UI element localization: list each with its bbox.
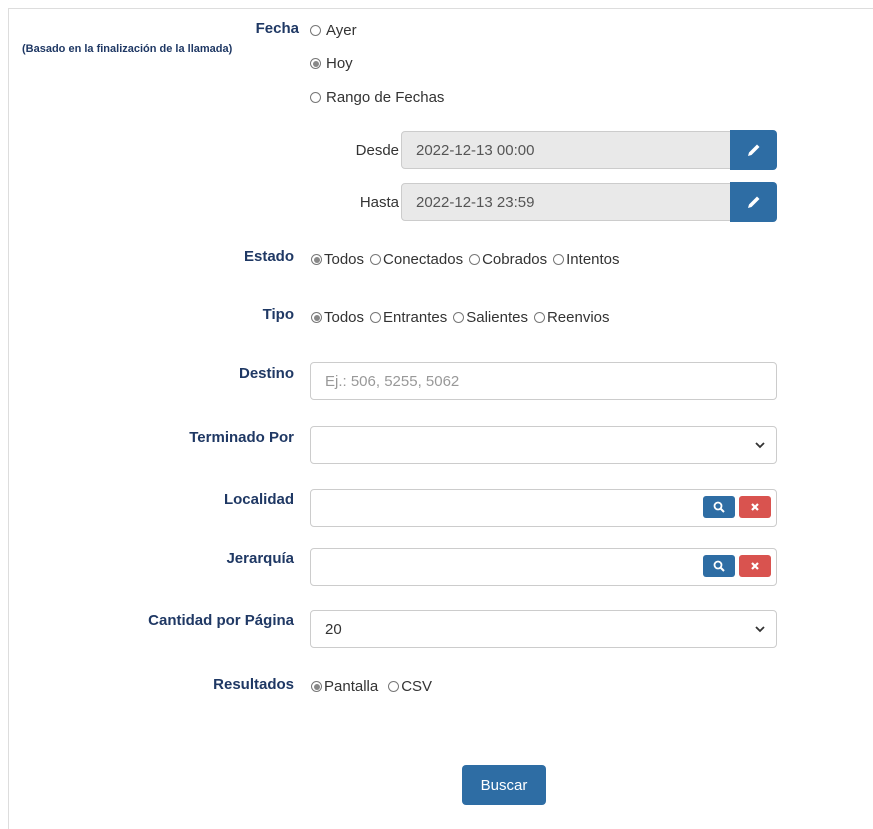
jerarquia-clear-button[interactable] bbox=[739, 555, 771, 577]
desde-edit-button[interactable] bbox=[730, 130, 777, 170]
resultados-radio-csv[interactable]: CSV bbox=[388, 678, 432, 695]
destino-input[interactable]: Ej.: 506, 5255, 5062 bbox=[310, 362, 777, 400]
pencil-icon bbox=[747, 196, 759, 208]
resultados-radio-group: Pantalla CSV bbox=[311, 678, 438, 695]
destino-label: Destino bbox=[238, 365, 294, 382]
radio-circle[interactable] bbox=[310, 92, 321, 103]
cantidad-select[interactable]: 20 bbox=[310, 610, 777, 648]
radio-circle[interactable] bbox=[310, 25, 321, 36]
fecha-sublabel: (Basado en la finalización de la llamada… bbox=[22, 43, 233, 55]
radio-circle-selected[interactable] bbox=[310, 58, 321, 69]
hasta-edit-button[interactable] bbox=[730, 182, 777, 222]
close-icon bbox=[751, 562, 759, 570]
estado-radio-conectados[interactable]: Conectados bbox=[370, 251, 463, 268]
terminado-por-label: Terminado Por bbox=[189, 429, 294, 446]
buscar-button[interactable]: Buscar bbox=[462, 765, 546, 805]
radio-circle[interactable] bbox=[370, 312, 382, 323]
radio-circle[interactable] bbox=[533, 312, 545, 323]
fecha-radio-hoy[interactable]: Hoy bbox=[310, 55, 353, 72]
tipo-radio-entrantes[interactable]: Entrantes bbox=[370, 309, 447, 326]
search-icon bbox=[713, 501, 725, 513]
resultados-radio-pantalla[interactable]: Pantalla bbox=[311, 678, 378, 695]
fecha-radio-rango[interactable]: Rango de Fechas bbox=[310, 89, 444, 106]
estado-radio-todos[interactable]: Todos bbox=[311, 251, 364, 268]
tipo-label: Tipo bbox=[262, 306, 294, 323]
estado-radio-group: Todos Conectados Cobrados Intentos bbox=[311, 251, 626, 268]
radio-circle-selected[interactable] bbox=[311, 254, 322, 265]
hasta-label: Hasta bbox=[359, 194, 399, 211]
search-icon bbox=[713, 560, 725, 572]
estado-label: Estado bbox=[243, 248, 294, 265]
pencil-icon bbox=[747, 144, 759, 156]
chevron-down-icon bbox=[755, 626, 765, 633]
radio-circle[interactable] bbox=[370, 254, 382, 265]
localidad-clear-button[interactable] bbox=[739, 496, 771, 518]
estado-radio-cobrados[interactable]: Cobrados bbox=[469, 251, 547, 268]
radio-circle[interactable] bbox=[553, 254, 565, 265]
resultados-label: Resultados bbox=[213, 676, 294, 693]
chevron-down-icon bbox=[755, 442, 765, 449]
tipo-radio-reenvios[interactable]: Reenvios bbox=[533, 309, 610, 326]
fecha-label: Fecha bbox=[255, 20, 299, 37]
radio-circle[interactable] bbox=[453, 312, 465, 323]
jerarquia-search-button[interactable] bbox=[703, 555, 735, 577]
cantidad-label: Cantidad por Página bbox=[148, 612, 294, 629]
hasta-field[interactable]: 2022-12-13 23:59 bbox=[401, 183, 731, 221]
radio-circle-selected[interactable] bbox=[311, 312, 322, 323]
localidad-label: Localidad bbox=[223, 491, 294, 508]
tipo-radio-salientes[interactable]: Salientes bbox=[453, 309, 528, 326]
desde-label: Desde bbox=[355, 142, 399, 159]
radio-circle[interactable] bbox=[469, 254, 481, 265]
desde-field[interactable]: 2022-12-13 00:00 bbox=[401, 131, 731, 169]
terminado-por-select[interactable] bbox=[310, 426, 777, 464]
jerarquia-label: Jerarquía bbox=[226, 550, 294, 567]
estado-radio-intentos[interactable]: Intentos bbox=[553, 251, 620, 268]
localidad-search-button[interactable] bbox=[703, 496, 735, 518]
tipo-radio-todos[interactable]: Todos bbox=[311, 309, 364, 326]
tipo-radio-group: Todos Entrantes Salientes Reenvios bbox=[311, 309, 616, 326]
radio-circle-selected[interactable] bbox=[311, 681, 322, 692]
radio-circle[interactable] bbox=[388, 681, 400, 692]
fecha-radio-ayer[interactable]: Ayer bbox=[310, 22, 357, 39]
close-icon bbox=[751, 503, 759, 511]
